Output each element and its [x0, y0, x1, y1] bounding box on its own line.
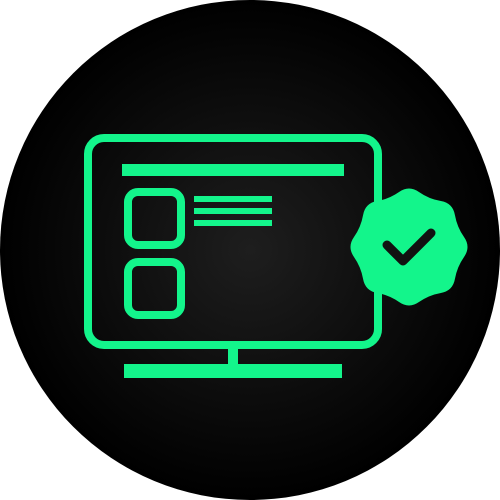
monitor-stand-neck — [228, 345, 238, 367]
monitor-stand-base — [124, 364, 342, 378]
icon-graphic — [0, 0, 500, 500]
verified-badge — [350, 188, 468, 306]
text-line-1 — [194, 196, 272, 202]
text-line-3 — [194, 220, 272, 226]
header-bar — [122, 164, 344, 176]
text-line-2 — [194, 208, 272, 214]
verified-monitor-icon — [0, 0, 500, 500]
badge-shape — [350, 188, 468, 306]
